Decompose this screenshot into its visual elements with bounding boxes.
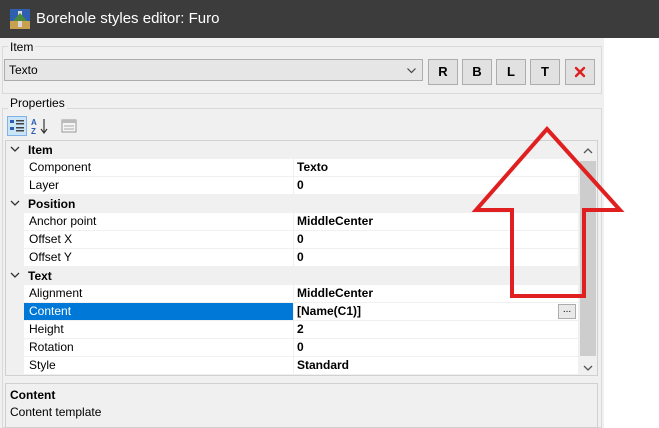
add-t-button[interactable]: T	[530, 59, 560, 85]
category-label: Item	[28, 143, 53, 157]
property-row[interactable]: Height 2	[6, 321, 578, 339]
description-text: Content template	[10, 405, 102, 419]
property-name[interactable]: Alignment	[24, 285, 294, 303]
chevron-down-icon	[407, 68, 416, 74]
property-value[interactable]: 0	[294, 339, 578, 357]
ellipsis-button[interactable]: ...	[558, 304, 576, 319]
alphabetical-sort-icon[interactable]: A Z	[30, 116, 50, 136]
svg-text:Z: Z	[31, 127, 36, 136]
categorized-icon[interactable]	[7, 116, 27, 136]
property-value[interactable]: Standard	[294, 357, 578, 375]
property-name[interactable]: Component	[24, 159, 294, 177]
row-gutter	[6, 231, 24, 249]
add-l-button[interactable]: L	[496, 59, 526, 85]
add-b-button[interactable]: B	[462, 59, 492, 85]
property-name[interactable]: Offset Y	[24, 249, 294, 267]
property-row-selected[interactable]: Content [Name(C1)] ...	[6, 303, 578, 321]
property-name[interactable]: Content	[24, 303, 294, 321]
chevron-down-icon[interactable]	[583, 364, 593, 372]
close-x-icon	[574, 66, 586, 78]
description-title: Content	[10, 388, 56, 402]
row-gutter	[6, 159, 24, 177]
row-gutter	[6, 339, 24, 357]
chevron-down-icon[interactable]	[10, 270, 20, 280]
add-r-button[interactable]: R	[428, 59, 458, 85]
property-value[interactable]: 2	[294, 321, 578, 339]
chevron-down-icon[interactable]	[10, 198, 20, 208]
delete-item-button[interactable]	[565, 59, 595, 85]
item-group-label: Item	[8, 40, 36, 54]
property-name[interactable]: Rotation	[24, 339, 294, 357]
svg-text:A: A	[31, 118, 37, 127]
row-gutter	[6, 177, 24, 195]
property-row[interactable]: Style Standard	[6, 357, 578, 375]
row-gutter	[6, 249, 24, 267]
property-name[interactable]: Style	[24, 357, 294, 375]
row-gutter	[6, 321, 24, 339]
category-label: Position	[28, 197, 76, 211]
window-title: Borehole styles editor: Furo	[36, 10, 220, 27]
property-pages-icon[interactable]	[59, 116, 79, 136]
borehole-app-icon	[10, 9, 30, 29]
item-combobox-value: Texto	[9, 63, 38, 77]
row-gutter	[6, 303, 24, 321]
property-name[interactable]: Offset X	[24, 231, 294, 249]
category-label: Text	[28, 269, 52, 283]
item-combobox[interactable]: Texto	[4, 59, 423, 81]
property-name[interactable]: Height	[24, 321, 294, 339]
chevron-down-icon[interactable]	[10, 144, 20, 154]
property-value[interactable]: [Name(C1)]	[294, 303, 578, 321]
property-name[interactable]: Anchor point	[24, 213, 294, 231]
description-panel: Content Content template	[5, 383, 598, 428]
properties-group-label: Properties	[8, 96, 67, 110]
editor-window: Item Texto R B L T Properties A Z Item C…	[0, 38, 625, 428]
annotation-arrow-icon	[471, 126, 625, 298]
row-gutter	[6, 213, 24, 231]
row-gutter	[6, 357, 24, 375]
row-gutter	[6, 285, 24, 303]
property-row[interactable]: Rotation 0	[6, 339, 578, 357]
property-name[interactable]: Layer	[24, 177, 294, 195]
title-bar: Borehole styles editor: Furo	[0, 0, 659, 38]
